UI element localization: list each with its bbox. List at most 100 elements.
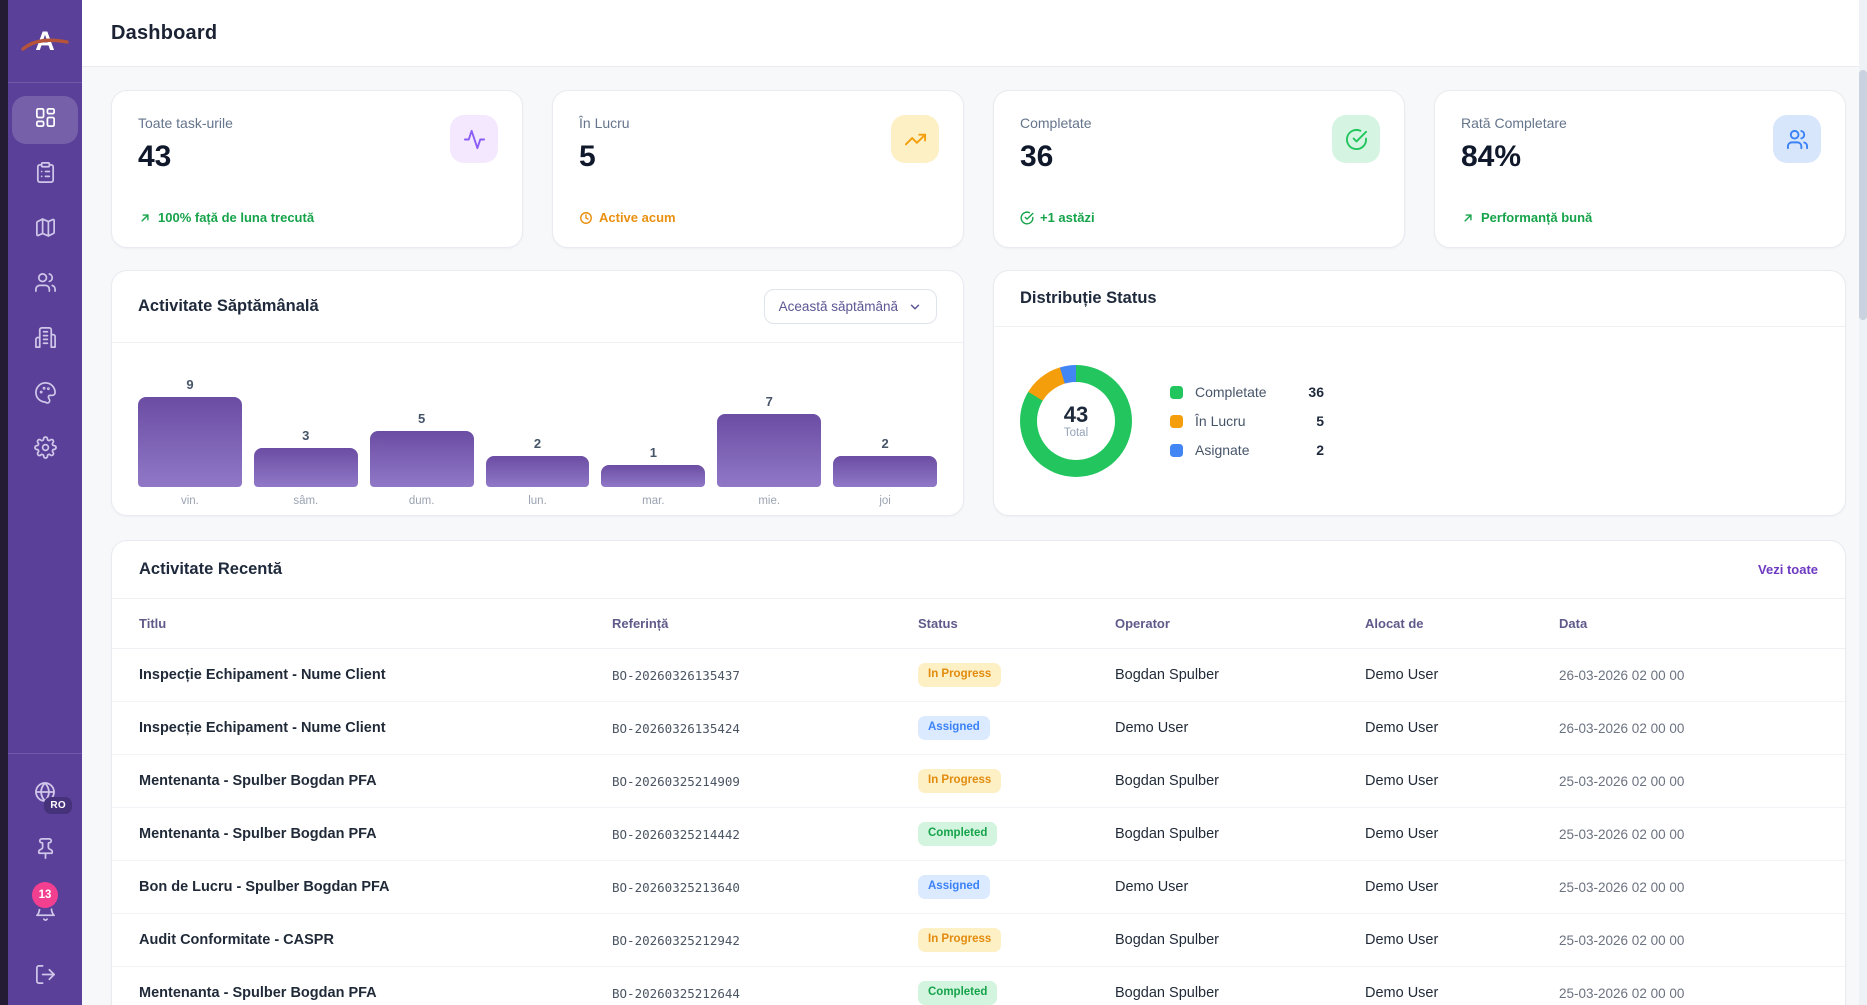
- row-title: Mentenanta - Spulber Bogdan PFA: [139, 967, 612, 1005]
- stat-delta: +1 astăzi: [1020, 210, 1095, 225]
- top-header: Dashboard: [82, 0, 1867, 67]
- status-badge: Assigned: [918, 716, 990, 740]
- row-assigned-by: Demo User: [1365, 914, 1559, 966]
- sidebar-item-dashboard[interactable]: [12, 96, 78, 144]
- column-header-4: Alocat de: [1365, 599, 1559, 648]
- sidebar-item-organization[interactable]: [12, 316, 78, 364]
- bar-rect[interactable]: [601, 465, 705, 487]
- stat-card-2: Completate36+1 astăzi: [993, 90, 1405, 248]
- status-distribution-header: Distribuție Status: [994, 271, 1845, 327]
- sidebar-item-map[interactable]: [12, 206, 78, 254]
- column-header-5: Data: [1559, 599, 1818, 648]
- table-row-2[interactable]: Mentenanta - Spulber Bogdan PFABO-202603…: [112, 755, 1845, 808]
- week-range-select[interactable]: Această săptămână: [764, 289, 937, 324]
- bar-vin.: 9vin.: [138, 377, 242, 487]
- stat-card-0: Toate task-urile 43 100% față de luna trec…: [111, 90, 523, 248]
- bar-day-label: joi: [879, 495, 891, 507]
- bar-value-label: 1: [650, 445, 657, 460]
- table-row-4[interactable]: Bon de Lucru - Spulber Bogdan PFABO-2026…: [112, 861, 1845, 914]
- check-circle-icon: [1020, 211, 1034, 225]
- legend-row-2: Asignate2: [1170, 442, 1324, 458]
- recent-activity-title: Activitate Recentă: [139, 560, 282, 579]
- column-header-1: Referință: [612, 599, 918, 648]
- row-assigned-by: Demo User: [1365, 702, 1559, 754]
- row-date: 25-03-2026 02 00 00: [1559, 808, 1818, 860]
- row-operator: Bogdan Spulber: [1115, 649, 1365, 701]
- recent-activity-card: Activitate Recentă Vezi toate TitluRefer…: [111, 540, 1846, 1005]
- gear-icon: [34, 436, 57, 464]
- clipboard-icon: [34, 161, 57, 189]
- content: Toate task-urile 43 100% față de luna trec…: [82, 67, 1867, 1005]
- row-assigned-by: Demo User: [1365, 808, 1559, 860]
- sidebar-item-team[interactable]: [12, 261, 78, 309]
- status-distribution-title: Distribuție Status: [1020, 289, 1157, 308]
- legend-swatch: [1170, 386, 1183, 399]
- clock-icon: [579, 211, 593, 225]
- row-assigned-by: Demo User: [1365, 861, 1559, 913]
- bar-value-label: 7: [766, 394, 773, 409]
- legend-label: Asignate: [1195, 442, 1300, 458]
- bar-day-label: sâm.: [293, 495, 318, 507]
- bar-value-label: 3: [302, 428, 309, 443]
- stat-value: 84%: [1461, 140, 1819, 174]
- stats-row: Toate task-urile 43 100% față de luna trec…: [111, 90, 1846, 248]
- table-row-5[interactable]: Audit Conformitate - CASPRBO-20260325212…: [112, 914, 1845, 967]
- donut-center: 43 Total: [1037, 382, 1115, 460]
- donut-total-value: 43: [1064, 403, 1088, 427]
- scrollbar-track[interactable]: [1859, 0, 1867, 1005]
- layout-dashboard-icon: [34, 106, 57, 134]
- users-icon: [1786, 128, 1809, 151]
- row-date: 25-03-2026 02 00 00: [1559, 967, 1818, 1005]
- bar-day-label: mar.: [642, 495, 664, 507]
- sidebar-item-tasks[interactable]: [12, 151, 78, 199]
- app-logo[interactable]: A: [25, 21, 65, 61]
- status-badge: Completed: [918, 822, 997, 846]
- scrollbar-thumb[interactable]: [1859, 70, 1867, 320]
- bar-mie.: 7mie.: [717, 394, 821, 487]
- bar-rect[interactable]: [370, 431, 474, 487]
- language-button[interactable]: RO: [22, 772, 68, 812]
- row-reference: BO-20260325212942: [612, 914, 918, 966]
- map-icon: [34, 216, 57, 244]
- sidebar-item-settings[interactable]: [12, 426, 78, 474]
- bar-value-label: 2: [534, 436, 541, 451]
- bar-rect[interactable]: [486, 456, 590, 487]
- bar-rect[interactable]: [833, 456, 937, 487]
- users-icon: [34, 271, 57, 299]
- stat-label: Toate task-urile: [138, 115, 496, 131]
- bar-rect[interactable]: [717, 414, 821, 487]
- stat-card-3: Rată Completare84%Performanță bună: [1434, 90, 1846, 248]
- row-date: 26-03-2026 02 00 00: [1559, 702, 1818, 754]
- logout-button[interactable]: [22, 954, 68, 994]
- activity-icon: [463, 128, 486, 151]
- arrow-up-right-icon: [138, 211, 152, 225]
- arrow-up-right-icon: [1461, 211, 1475, 225]
- row-date: 25-03-2026 02 00 00: [1559, 914, 1818, 966]
- sidebar-item-theme[interactable]: [12, 371, 78, 419]
- table-row-1[interactable]: Inspecție Echipament - Nume ClientBO-202…: [112, 702, 1845, 755]
- legend-value: 36: [1300, 384, 1324, 400]
- table-row-3[interactable]: Mentenanta - Spulber Bogdan PFABO-202603…: [112, 808, 1845, 861]
- notifications-button[interactable]: 13: [22, 890, 68, 930]
- stat-card-1: În Lucru5Active acum: [552, 90, 964, 248]
- row-status-cell: Assigned: [918, 861, 1115, 913]
- legend-value: 5: [1300, 413, 1324, 429]
- bar-rect[interactable]: [254, 448, 358, 487]
- row-status-cell: In Progress: [918, 649, 1115, 701]
- view-all-link[interactable]: Vezi toate: [1758, 562, 1818, 577]
- bar-rect[interactable]: [138, 397, 242, 487]
- logo-area: A: [0, 0, 82, 83]
- pin-button[interactable]: [22, 828, 68, 868]
- stat-value: 36: [1020, 140, 1378, 174]
- row-operator: Bogdan Spulber: [1115, 755, 1365, 807]
- legend-swatch: [1170, 444, 1183, 457]
- row-reference: BO-20260325213640: [612, 861, 918, 913]
- table-row-6[interactable]: Mentenanta - Spulber Bogdan PFABO-202603…: [112, 967, 1845, 1005]
- stat-value: 43: [138, 140, 496, 174]
- bar-day-label: dum.: [409, 495, 435, 507]
- stat-delta: 100% față de luna trecută: [138, 210, 314, 225]
- palette-icon: [34, 381, 57, 409]
- row-operator: Demo User: [1115, 861, 1365, 913]
- stat-delta-text: Performanță bună: [1481, 210, 1592, 225]
- table-row-0[interactable]: Inspecție Echipament - Nume ClientBO-202…: [112, 649, 1845, 702]
